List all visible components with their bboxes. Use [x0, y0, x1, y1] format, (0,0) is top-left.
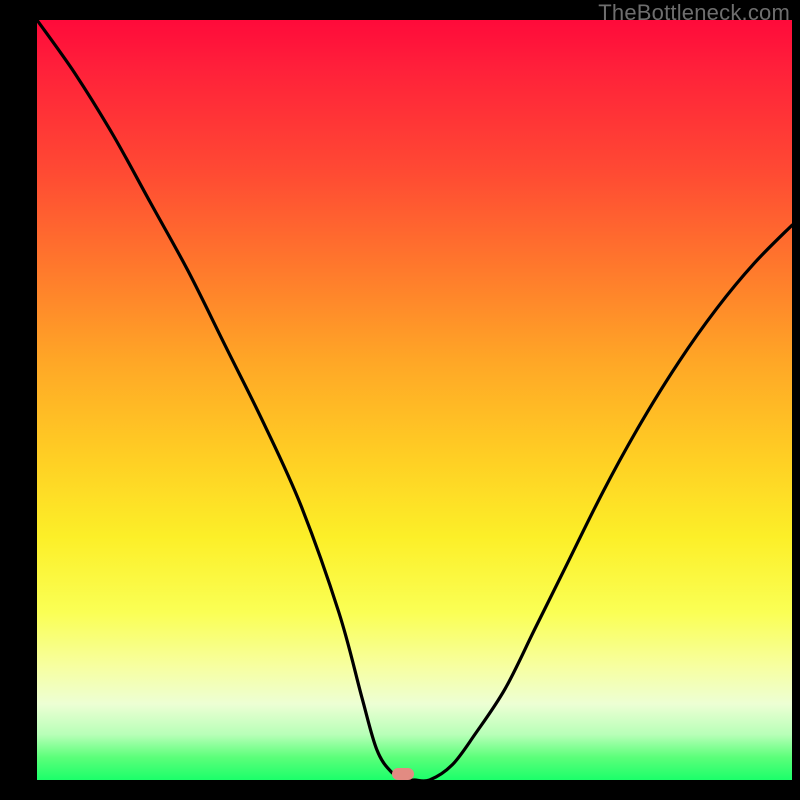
chart-frame: TheBottleneck.com: [0, 0, 800, 800]
watermark-text: TheBottleneck.com: [598, 0, 790, 26]
optimal-point-marker: [392, 768, 414, 780]
curve-path: [37, 20, 792, 781]
plot-area: [37, 20, 792, 780]
bottleneck-curve: [37, 20, 792, 780]
